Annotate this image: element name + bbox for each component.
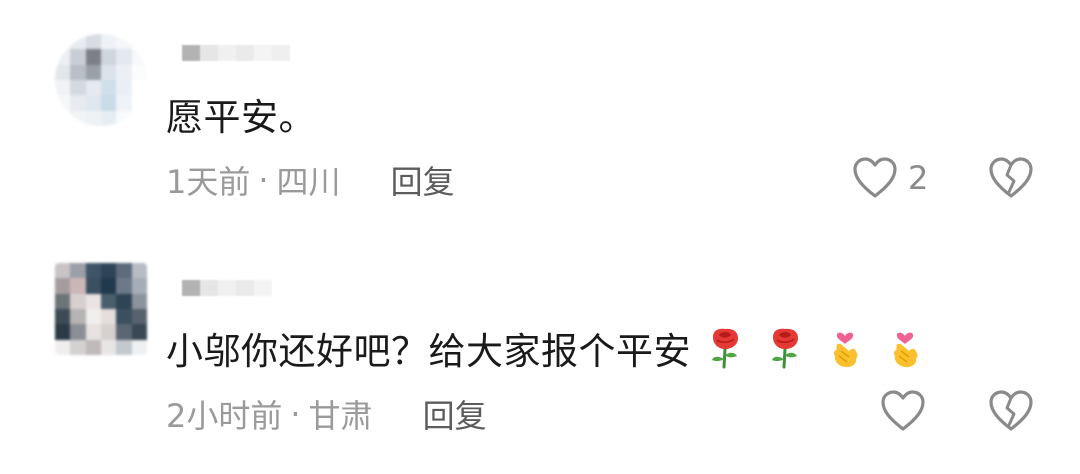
like-button[interactable] bbox=[880, 389, 926, 433]
meta-separator: · bbox=[258, 161, 269, 199]
heart-icon bbox=[853, 157, 897, 198]
username-blurred[interactable] bbox=[182, 36, 292, 70]
reply-button[interactable]: 回复 bbox=[423, 391, 487, 437]
username-blurred[interactable] bbox=[182, 271, 292, 305]
comment-item: 愿平安。 1天前 · 四川 回复 2 bbox=[0, 0, 1080, 237]
comment-meta: 2小时前 · 甘肃 回复 bbox=[166, 392, 487, 436]
rose-icon bbox=[772, 328, 798, 369]
broken-heart-icon bbox=[989, 390, 1033, 431]
comment-text-label: 愿平安。 bbox=[166, 96, 316, 139]
avatar[interactable] bbox=[55, 263, 147, 355]
reply-button[interactable]: 回复 bbox=[391, 157, 455, 203]
comment-text: 小邬你还好吧？给大家报个平安 bbox=[166, 317, 923, 379]
comment-meta: 1天前 · 四川 回复 bbox=[166, 158, 455, 202]
comment-location: 四川 bbox=[276, 163, 341, 201]
comment-time: 2小时前 bbox=[166, 397, 283, 435]
comment-time: 1天前 bbox=[166, 163, 251, 201]
avatar[interactable] bbox=[55, 34, 147, 126]
comment-location: 甘肃 bbox=[308, 397, 373, 435]
heart-icon bbox=[881, 390, 925, 431]
like-count: 2 bbox=[908, 159, 929, 197]
rose-icon bbox=[712, 328, 738, 369]
dislike-button[interactable] bbox=[988, 389, 1034, 437]
finger-heart-icon bbox=[833, 332, 858, 368]
dislike-button[interactable] bbox=[988, 156, 1034, 204]
comment-text-label: 小邬你还好吧？给大家报个平安 bbox=[166, 330, 691, 373]
meta-separator: · bbox=[290, 395, 301, 433]
broken-heart-icon bbox=[989, 157, 1033, 198]
finger-heart-icon bbox=[893, 332, 918, 368]
comment-item: 小邬你还好吧？给大家报个平安 2小时前 · 甘肃 回复 bbox=[0, 237, 1080, 474]
like-button[interactable]: 2 bbox=[852, 156, 928, 200]
comment-text: 愿平安。 bbox=[166, 84, 316, 144]
